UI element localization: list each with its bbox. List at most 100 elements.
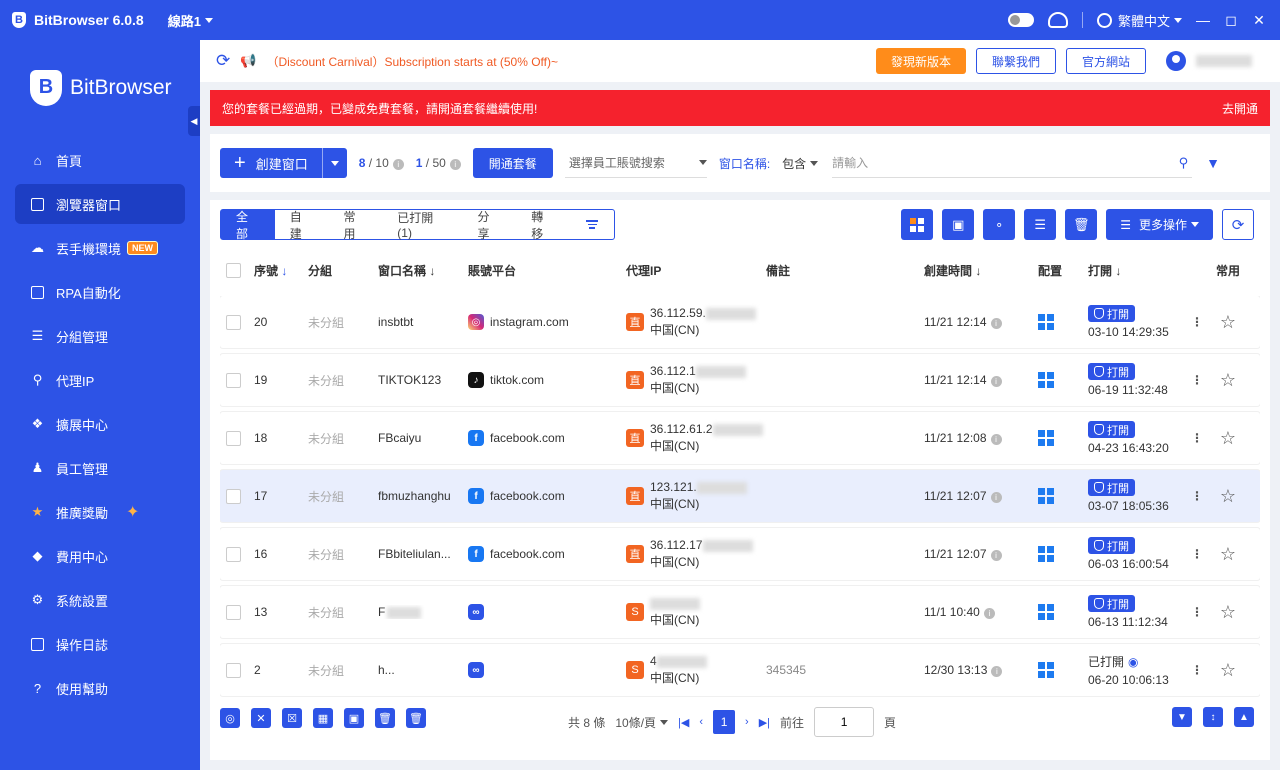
first-page-icon[interactable]: |◀	[678, 716, 689, 729]
row-checkbox[interactable]	[226, 372, 241, 388]
info-icon[interactable]: i	[990, 434, 1002, 445]
more-options-icon[interactable]: ⋮	[1186, 605, 1208, 619]
robot-icon[interactable]: ▦	[313, 708, 333, 728]
sidebar-item-billing[interactable]: ◆ 費用中心	[15, 536, 185, 576]
sidebar-item-home[interactable]: ⌂ 首頁	[15, 140, 185, 180]
promo-text[interactable]: （Discount Carnival）Subscription starts a…	[266, 53, 558, 70]
website-button[interactable]: 官方網站	[1065, 48, 1146, 74]
more-options-icon[interactable]: ⋮	[1186, 663, 1208, 677]
col-index[interactable]: 序號 ↓	[254, 262, 308, 279]
sidebar-item-proxy[interactable]: ⚲ 代理IP	[15, 360, 185, 400]
close-all-icon[interactable]: ✕	[251, 708, 271, 728]
chevron-down-icon[interactable]: ▼	[1172, 707, 1192, 727]
delete-icon[interactable]: 🗑	[1065, 209, 1098, 240]
refresh-icon[interactable]: ⟳	[216, 51, 230, 71]
star-icon[interactable]: ☆	[1208, 428, 1248, 449]
col-window-name[interactable]: 窗口名稱 ↓	[378, 262, 468, 279]
recycle-icon[interactable]: 🗑	[375, 708, 395, 728]
row-checkbox[interactable]	[226, 546, 241, 562]
page-size-select[interactable]: 10條/頁	[615, 714, 668, 731]
next-page-icon[interactable]: ›	[745, 716, 749, 728]
trash-icon[interactable]: 🗑	[406, 708, 426, 728]
sidebar-item-staff[interactable]: ♟ 員工管理	[15, 448, 185, 488]
star-icon[interactable]: ☆	[1208, 602, 1248, 623]
tab-opened[interactable]: 已打開(1)	[382, 210, 462, 240]
more-options-icon[interactable]: ⋮	[1186, 431, 1208, 445]
open-button[interactable]: 打開	[1088, 363, 1135, 380]
sidebar-item-settings[interactable]: ⚙ 系統設置	[15, 580, 185, 620]
clear-cache-icon[interactable]: ☒	[282, 708, 302, 728]
username-blurred[interactable]	[1196, 55, 1252, 67]
chevron-up-icon[interactable]: ▲	[1234, 707, 1254, 727]
sidebar-item-browser-windows[interactable]: 瀏覽器窗口	[15, 184, 185, 224]
table-row[interactable]: 13 未分組 F ∞ S 中国(CN) 11/1 10:40 i 打開 06-13…	[220, 586, 1260, 638]
more-options-icon[interactable]: ⋮	[1186, 547, 1208, 561]
tab-transfer[interactable]: 轉移	[516, 210, 570, 241]
close-button[interactable]: ✕	[1252, 12, 1266, 28]
search-input[interactable]: 請輸入 ⚲	[832, 148, 1193, 178]
open-button[interactable]: 打開	[1088, 305, 1135, 322]
sort-icon[interactable]	[570, 210, 614, 239]
table-row[interactable]: 16 未分組 FBbiteliulan... f facebook.com 直 3…	[220, 528, 1260, 580]
sidebar-item-extensions[interactable]: ❖ 擴展中心	[15, 404, 185, 444]
plus-icon[interactable]: +	[220, 148, 256, 178]
col-open[interactable]: 打開 ↓	[1088, 262, 1186, 279]
row-checkbox[interactable]	[226, 662, 241, 678]
table-row[interactable]: 19 未分組 TIKTOK123 ♪ tiktok.com 直 36.112.1 中…	[220, 354, 1260, 406]
employee-select[interactable]: 選擇員工賬號搜索	[564, 148, 707, 178]
open-plan-button[interactable]: 開通套餐	[472, 148, 553, 178]
select-all-checkbox[interactable]	[226, 262, 241, 278]
table-row[interactable]: 2 未分組 h... ∞ S 4 中国(CN) 345345 12/30 13:1…	[220, 644, 1260, 696]
row-checkbox[interactable]	[226, 604, 241, 620]
tab-shared[interactable]: 分享	[462, 210, 516, 241]
goto-page-input[interactable]	[814, 707, 875, 737]
more-options-icon[interactable]: ⋮	[1186, 373, 1208, 387]
info-icon[interactable]: i	[990, 376, 1002, 387]
list-view-icon[interactable]: ☰	[1024, 209, 1057, 240]
create-window-button[interactable]: 創建窗口	[256, 154, 322, 173]
contact-button[interactable]: 聯繫我們	[975, 48, 1056, 74]
open-button[interactable]: 打開	[1088, 595, 1135, 612]
info-icon[interactable]: i	[990, 550, 1002, 561]
row-checkbox[interactable]	[226, 488, 241, 504]
info-icon[interactable]: i	[990, 492, 1002, 503]
sidebar-item-rpa[interactable]: RPA自動化	[15, 272, 185, 312]
grid-view-icon[interactable]	[901, 209, 934, 240]
open-button[interactable]: 打開	[1088, 537, 1135, 554]
last-page-icon[interactable]: ▶|	[759, 716, 770, 729]
eye-icon[interactable]: ◉	[1128, 655, 1138, 669]
search-icon[interactable]: ⚲	[1179, 155, 1193, 171]
prev-page-icon[interactable]: ‹	[699, 716, 703, 728]
row-checkbox[interactable]	[226, 314, 241, 330]
sidebar-item-cloud-phone[interactable]: ☁ 丟手機環境 NEW	[15, 228, 185, 268]
info-icon[interactable]: i	[990, 318, 1002, 329]
share-icon[interactable]: ∘	[983, 209, 1016, 240]
table-row[interactable]: 17 未分組 fbmuzhanghu f facebook.com 直 123.1…	[220, 470, 1260, 522]
sidebar-item-help[interactable]: ? 使用幫助	[15, 668, 185, 708]
star-icon[interactable]: ☆	[1208, 544, 1248, 565]
info-icon[interactable]: i	[449, 159, 461, 170]
support-icon[interactable]	[1047, 12, 1068, 28]
open-button[interactable]: 打開	[1088, 421, 1135, 438]
tab-self-created[interactable]: 自建	[275, 210, 329, 241]
star-icon[interactable]: ☆	[1208, 312, 1248, 333]
col-created[interactable]: 創建時間 ↓	[924, 262, 1038, 279]
maximize-button[interactable]: ◻	[1224, 12, 1238, 28]
create-dropdown-button[interactable]	[321, 148, 347, 178]
collapse-sidebar-button[interactable]: ◀	[188, 106, 200, 136]
alert-activate-link[interactable]: 去開通	[1222, 100, 1258, 117]
minimize-button[interactable]: —	[1196, 12, 1210, 28]
row-checkbox[interactable]	[226, 430, 241, 446]
info-icon[interactable]: i	[983, 608, 995, 619]
star-icon[interactable]: ☆	[1208, 660, 1248, 681]
chrome-icon[interactable]: ◎	[220, 708, 240, 728]
save-icon[interactable]: ▣	[942, 209, 975, 240]
tab-all[interactable]: 全部	[221, 210, 275, 241]
sidebar-item-groups[interactable]: ☰ 分組管理	[15, 316, 185, 356]
more-options-icon[interactable]: ⋮	[1186, 489, 1208, 503]
theme-toggle[interactable]	[1007, 13, 1034, 27]
language-selector[interactable]: 繁體中文	[1096, 11, 1182, 30]
filter-icon[interactable]: ▼	[1206, 155, 1220, 171]
sidebar-item-rewards[interactable]: ★ 推廣獎勵 ✦	[15, 492, 185, 532]
more-options-icon[interactable]: ⋮	[1186, 315, 1208, 329]
